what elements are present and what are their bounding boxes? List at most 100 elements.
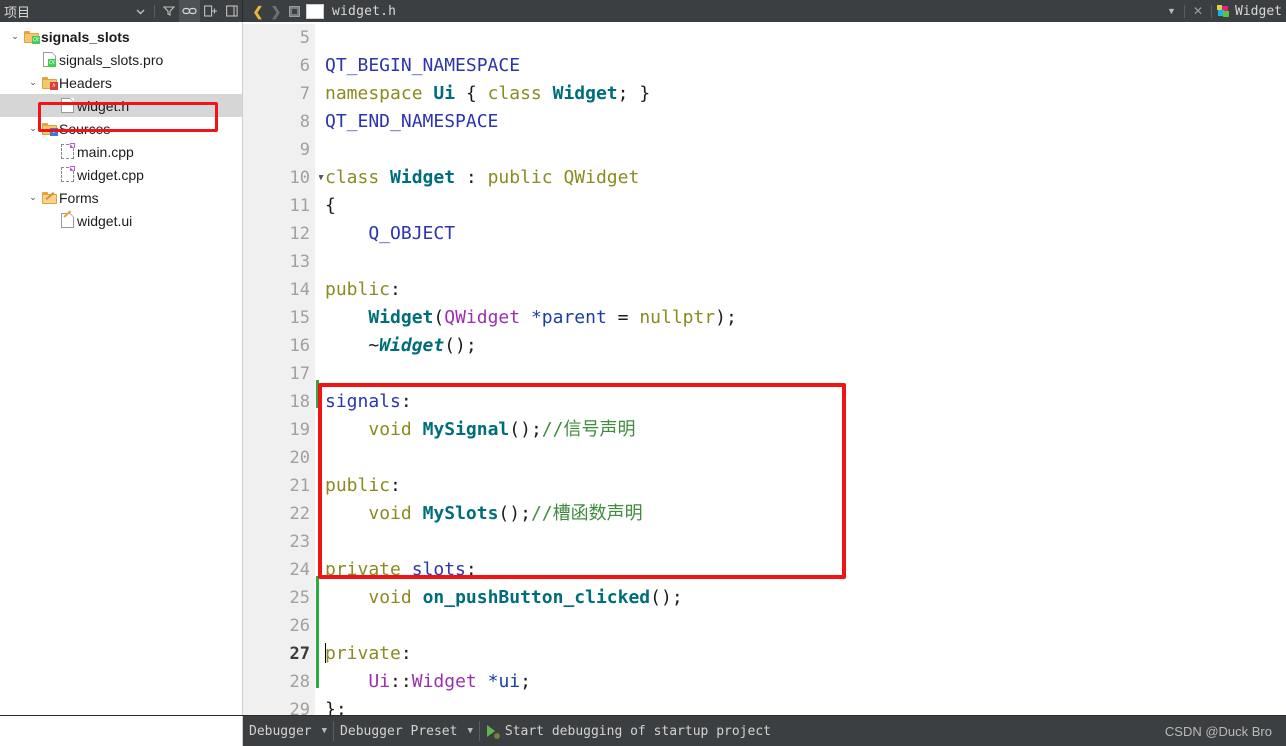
tree-item-signals-slots[interactable]: ⌄ Qt signals_slots bbox=[0, 25, 242, 48]
chevron-down-icon-preset[interactable]: ▼ bbox=[467, 726, 472, 736]
code-token: }; bbox=[325, 699, 347, 715]
close-pane-icon[interactable] bbox=[221, 0, 242, 22]
code-line[interactable] bbox=[325, 136, 1286, 164]
code-line[interactable]: private: bbox=[325, 640, 1286, 668]
tree-item-main-cpp[interactable]: main.cpp bbox=[0, 140, 242, 163]
filter-icon[interactable] bbox=[158, 0, 179, 22]
file-cpp-icon bbox=[61, 166, 75, 182]
line-number: 10 ▼ bbox=[243, 164, 324, 192]
code-line[interactable] bbox=[325, 528, 1286, 556]
code-token: signals bbox=[325, 391, 401, 412]
tree-item-icon bbox=[40, 191, 59, 204]
start-debugging-button[interactable]: Start debugging of startup project bbox=[480, 716, 777, 746]
code-token: ; bbox=[520, 671, 531, 692]
code-line[interactable]: { bbox=[325, 192, 1286, 220]
code-line[interactable] bbox=[325, 444, 1286, 472]
code-line[interactable]: QT_BEGIN_NAMESPACE bbox=[325, 52, 1286, 80]
code-line[interactable]: Q_OBJECT bbox=[325, 220, 1286, 248]
tree-item-widget-ui[interactable]: widget.ui bbox=[0, 209, 242, 232]
code-line[interactable]: Ui::Widget *ui; bbox=[325, 668, 1286, 696]
line-number: 25 bbox=[289, 588, 310, 608]
code-line[interactable]: namespace Ui { class Widget; } bbox=[325, 80, 1286, 108]
code-line[interactable] bbox=[325, 248, 1286, 276]
close-document-icon[interactable]: ✕ bbox=[1188, 4, 1208, 18]
line-number-gutter: 5 6 7 8 9 10 ▼ 11 12 13 14 15 16 17 18 19 20 21 22 23 24 25 26… bbox=[243, 24, 324, 715]
code-token: *ui bbox=[487, 671, 521, 692]
line-number: 29 bbox=[289, 700, 310, 715]
code-token: class bbox=[487, 83, 553, 104]
code-line[interactable] bbox=[325, 24, 1286, 52]
tree-item-headers[interactable]: ⌄ h Headers bbox=[0, 71, 242, 94]
line-number: 18 bbox=[289, 392, 310, 412]
code-token: : bbox=[390, 475, 401, 496]
code-line[interactable] bbox=[325, 360, 1286, 388]
line-number: 12 bbox=[289, 224, 310, 244]
tree-item-icon: Qt bbox=[40, 52, 59, 67]
chevron-down-icon-runconfig[interactable]: ▼ bbox=[322, 726, 327, 736]
tree-item-label: Headers bbox=[59, 74, 112, 91]
navigate-forward-icon[interactable]: ❯ bbox=[267, 5, 285, 18]
start-debugging-label: Start debugging of startup project bbox=[504, 723, 771, 739]
toolbar-divider bbox=[154, 4, 155, 18]
navigate-back-icon[interactable]: ❮ bbox=[249, 5, 267, 18]
code-line[interactable]: Widget(QWidget *parent = nullptr); bbox=[325, 304, 1286, 332]
code-token: QT_END_NAMESPACE bbox=[325, 111, 499, 132]
code-token: public bbox=[325, 475, 391, 496]
code-token: void bbox=[368, 419, 412, 440]
tree-item-sources[interactable]: ⌄ c Sources bbox=[0, 117, 242, 140]
code-token: Ui bbox=[368, 671, 391, 692]
qt-widget-icon bbox=[1217, 4, 1231, 18]
code-line[interactable]: }; bbox=[325, 696, 1286, 715]
editor-toolbar-divider-2 bbox=[1211, 4, 1213, 18]
code-line[interactable] bbox=[325, 612, 1286, 640]
code-line[interactable]: void MySignal();//信号声明 bbox=[325, 416, 1286, 444]
line-number: 11 bbox=[289, 196, 310, 216]
project-tree-panel[interactable]: ⌄ Qt signals_slots Qt signals_slots.pro ⌄ h Hea… bbox=[0, 22, 243, 715]
line-number: 24 bbox=[289, 560, 310, 580]
code-editor[interactable]: 5 6 7 8 9 10 ▼ 11 12 13 14 15 16 17 18 19 20 21 22 23 24 25 26… bbox=[243, 22, 1286, 715]
code-line[interactable]: void on_pushButton_clicked(); bbox=[325, 584, 1286, 612]
main-body: ⌄ Qt signals_slots Qt signals_slots.pro ⌄ h Hea… bbox=[0, 22, 1286, 715]
tree-item-widget-cpp[interactable]: widget.cpp bbox=[0, 163, 242, 186]
tree-item-forms[interactable]: ⌄ Forms bbox=[0, 186, 242, 209]
tree-item-signals-slots-pro[interactable]: Qt signals_slots.pro bbox=[0, 48, 242, 71]
code-line[interactable]: public: bbox=[325, 472, 1286, 500]
debugger-preset-selector[interactable]: Debugger Preset ▼ bbox=[334, 716, 479, 746]
line-number: 22 bbox=[289, 504, 310, 524]
split-pane-icon[interactable] bbox=[200, 0, 221, 22]
chevron-down-icon[interactable] bbox=[130, 0, 151, 22]
chevron-down-icon-tree[interactable]: ⌄ bbox=[8, 31, 22, 42]
code-line[interactable]: private slots: bbox=[325, 556, 1286, 584]
run-configuration-selector[interactable]: Debugger ▼ bbox=[243, 716, 333, 746]
code-token: : bbox=[455, 167, 488, 188]
document-dropdown-icon[interactable] bbox=[289, 5, 300, 17]
code-line[interactable]: class Widget : public QWidget bbox=[325, 164, 1286, 192]
line-number: 9 bbox=[299, 140, 310, 160]
tree-item-icon bbox=[58, 143, 77, 159]
code-token: nullptr bbox=[639, 307, 716, 328]
open-file-tab-label[interactable]: widget.h bbox=[332, 4, 396, 19]
code-token: :: bbox=[390, 671, 412, 692]
chevron-down-icon-tree[interactable]: ⌄ bbox=[26, 77, 40, 88]
chevron-down-icon-editor[interactable]: ▼ bbox=[1162, 6, 1181, 16]
link-sync-icon[interactable] bbox=[179, 0, 200, 22]
tree-item-widget-h[interactable]: widget.h bbox=[0, 94, 242, 117]
code-token: Q_OBJECT bbox=[325, 223, 456, 244]
code-line[interactable]: signals: bbox=[325, 388, 1286, 416]
code-line[interactable]: ~Widget(); bbox=[325, 332, 1286, 360]
chevron-down-icon-tree[interactable]: ⌄ bbox=[26, 123, 40, 134]
chevron-down-icon-tree[interactable]: ⌄ bbox=[26, 192, 40, 203]
top-bar: 项目 ❮ ❯ widget.h ▼ ✕ Widget bbox=[0, 0, 1286, 22]
code-line[interactable]: void MySlots();//槽函数声明 bbox=[325, 500, 1286, 528]
line-number: 14 bbox=[289, 280, 310, 300]
run-configuration-label: Debugger bbox=[249, 723, 312, 739]
code-text-area[interactable]: QT_BEGIN_NAMESPACE namespace Ui { class W… bbox=[319, 24, 1286, 715]
code-token: MySignal bbox=[422, 419, 510, 440]
folder-ui-icon bbox=[42, 191, 57, 204]
code-line[interactable]: public: bbox=[325, 276, 1286, 304]
tree-item-label: main.cpp bbox=[77, 143, 134, 160]
code-line[interactable]: QT_END_NAMESPACE bbox=[325, 108, 1286, 136]
folder-qt-icon: Qt bbox=[24, 30, 40, 44]
